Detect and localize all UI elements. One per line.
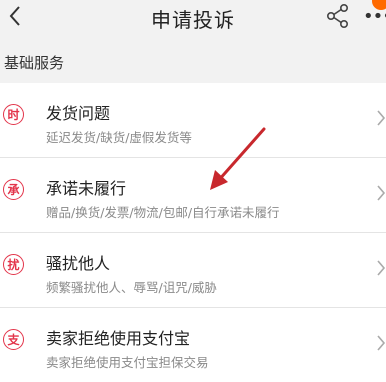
chevron-right-icon <box>377 185 386 201</box>
more-button[interactable]: ••• <box>360 0 386 30</box>
item-title: 骚扰他人 <box>46 254 111 273</box>
more-icon: ••• <box>363 6 386 27</box>
chevron-right-icon <box>377 110 386 126</box>
item-title: 承诺未履行 <box>46 179 127 198</box>
pay-badge-icon: 支 <box>3 329 24 350</box>
item-subtitle: 频繁骚扰他人、辱骂/诅咒/威胁 <box>46 280 217 295</box>
section-label: 基础服务 <box>4 54 65 72</box>
chevron-right-icon <box>377 335 386 351</box>
item-subtitle: 赠品/换货/发票/物流/包邮/自行承诺未履行 <box>46 205 280 220</box>
share-icon <box>326 3 349 28</box>
chevron-right-icon <box>377 260 386 276</box>
item-title: 卖家拒绝使用支付宝 <box>46 329 191 348</box>
share-button[interactable] <box>326 3 350 29</box>
header-bar: 申请投诉 ••• <box>0 0 386 34</box>
item-title: 发货问题 <box>46 104 111 123</box>
item-subtitle: 卖家拒绝使用支付宝担保交易 <box>46 355 209 370</box>
complaint-type-list: 时 发货问题 延迟发货/缺货/虚假发货等 承 承诺未履行 赠品/换货/发票/物流… <box>0 83 386 382</box>
time-badge-icon: 时 <box>3 104 24 125</box>
harass-badge-icon: 扰 <box>3 254 24 275</box>
list-item-promise[interactable]: 承 承诺未履行 赠品/换货/发票/物流/包邮/自行承诺未履行 <box>0 158 386 233</box>
list-item-harassment[interactable]: 扰 骚扰他人 频繁骚扰他人、辱骂/诅咒/威胁 <box>0 233 386 308</box>
item-subtitle: 延迟发货/缺货/虚假发货等 <box>46 130 192 145</box>
list-item-shipping[interactable]: 时 发货问题 延迟发货/缺货/虚假发货等 <box>0 83 386 158</box>
promise-badge-icon: 承 <box>3 179 24 200</box>
